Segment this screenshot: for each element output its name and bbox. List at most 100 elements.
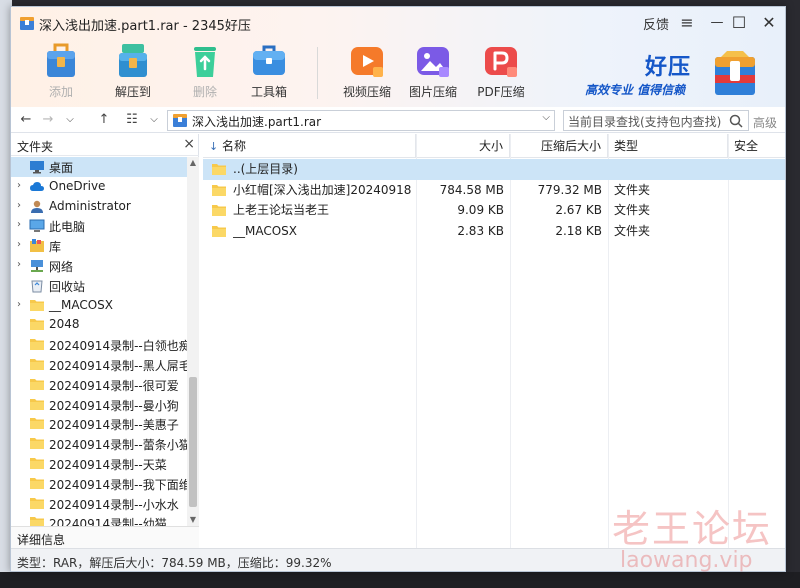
folder-icon [29, 476, 45, 491]
minimize-icon[interactable]: — [705, 11, 729, 33]
archive-icon [173, 114, 187, 127]
maximize-icon[interactable]: ☐ [727, 11, 751, 33]
file-packed: 2.18 KB [555, 223, 602, 238]
sidebar-item[interactable]: › 库 [11, 236, 187, 256]
folder-icon [29, 436, 45, 451]
sidebar-item-label: 20240914录制--美惠子 [49, 418, 179, 433]
sidebar-item[interactable]: 回收站 [11, 276, 187, 296]
toolbox-icon [253, 45, 285, 75]
details-panel-header[interactable]: 详细信息 ⌵ [11, 526, 199, 548]
view-mode-button[interactable]: ☷ [123, 110, 141, 130]
file-type: 文件夹 [614, 203, 651, 217]
pdf-compress-button[interactable]: PDF压缩 [469, 41, 533, 105]
sidebar-item[interactable]: 20240914录制--黑人屌毛 [11, 355, 187, 375]
chevron-right-icon[interactable]: › [17, 239, 21, 250]
sidebar-item[interactable]: › 网络 [11, 256, 187, 276]
address-dropdown-icon[interactable]: ⌵ [542, 112, 550, 123]
file-list-panel: ↓ 名称 大小 压缩后大小 类型 安全 ..(上层目录) 小红帽[深入浅出加速]2… [203, 134, 785, 548]
sidebar-item[interactable]: 20240914录制--幼猫 [11, 513, 187, 526]
scroll-down-arrow-icon[interactable]: ▼ [187, 514, 199, 526]
sidebar-scroll-thumb[interactable] [189, 377, 197, 507]
add-label: 添加 [48, 85, 73, 99]
forward-button[interactable]: → [39, 110, 57, 130]
sidebar-item-label: __MACOSX [49, 297, 114, 312]
parent-directory-row[interactable]: ..(上层目录) [203, 159, 785, 180]
delete-label: 删除 [192, 85, 217, 99]
sidebar-item[interactable]: › Administrator [11, 197, 187, 217]
archive-app-icon [20, 17, 34, 30]
view-mode-dropdown[interactable]: ⌵ [145, 110, 163, 130]
column-size[interactable]: 大小 [416, 134, 510, 158]
sidebar-item[interactable]: 2048 [11, 315, 187, 335]
computer-icon [29, 218, 45, 233]
folder-icon [211, 183, 227, 197]
add-archive-icon [47, 43, 75, 77]
folder-icon [29, 377, 45, 392]
navigation-bar: ← → ⌵ ↑ ☷ ⌵ 深入浅出加速.part1.rar ⌵ 当前目录查找(支持… [11, 107, 785, 133]
column-name[interactable]: ↓ 名称 [203, 134, 416, 158]
column-packed-size[interactable]: 压缩后大小 [510, 134, 608, 158]
feedback-link[interactable]: 反馈 [643, 14, 669, 33]
folder-icon [29, 496, 45, 511]
sidebar-item-label: OneDrive [49, 178, 106, 193]
sidebar-item[interactable]: 20240914录制--天菜 [11, 454, 187, 474]
chevron-right-icon[interactable]: › [17, 180, 21, 191]
sidebar-item[interactable]: › 此电脑 [11, 216, 187, 236]
status-text: 类型：RAR，解压后大小：784.59 MB，压缩比：99.32% [17, 556, 332, 570]
sidebar-item-label: 20240914录制--很可爱 [49, 378, 179, 393]
chevron-right-icon[interactable]: › [17, 259, 21, 270]
sidebar-item[interactable]: 桌面 [11, 157, 187, 177]
sidebar-item-label: 20240914录制--幼猫 [49, 517, 167, 526]
sidebar-item[interactable]: 20240914录制--很可爱 [11, 375, 187, 395]
image-compress-button[interactable]: 图片压缩 [401, 41, 465, 105]
sidebar-item[interactable]: 20240914录制--曼小狗 [11, 395, 187, 415]
add-button[interactable]: 添加 [29, 41, 93, 105]
sidebar-item[interactable]: › OneDrive [11, 177, 187, 197]
advanced-search-link[interactable]: 高级 [753, 114, 777, 131]
search-box[interactable]: 当前目录查找(支持包内查找) [563, 110, 749, 131]
file-row[interactable]: 小红帽[深入浅出加速]20240918 784.58 MB 779.32 MB 文件夹 [203, 180, 785, 201]
sidebar-item[interactable]: 20240914录制--白领也痴 [11, 335, 187, 355]
sidebar-item[interactable]: 20240914录制--蕾条小猫 [11, 434, 187, 454]
folder-icon [29, 337, 45, 352]
library-icon [29, 238, 45, 253]
video-compress-button[interactable]: 视频压缩 [335, 41, 399, 105]
video-compress-icon [351, 47, 383, 77]
address-bar[interactable]: 深入浅出加速.part1.rar ⌵ [167, 110, 555, 131]
extract-to-button[interactable]: 解压到 [101, 41, 165, 105]
sidebar-item[interactable]: 20240914录制--我下面维 [11, 474, 187, 494]
column-security[interactable]: 安全 [728, 134, 785, 158]
window-header: 深入浅出加速.part1.rar - 2345好压 反馈 ≡ — ☐ ✕ 添加 [11, 7, 785, 107]
scroll-up-arrow-icon[interactable]: ▲ [187, 157, 199, 169]
toolbox-label: 工具箱 [250, 85, 287, 99]
sidebar-scrollbar[interactable]: ▲ ▼ [187, 157, 199, 526]
chevron-right-icon[interactable]: › [17, 200, 21, 211]
folder-icon [211, 224, 227, 238]
search-icon[interactable] [728, 113, 744, 129]
haozip-window: 深入浅出加速.part1.rar - 2345好压 反馈 ≡ — ☐ ✕ 添加 [10, 6, 786, 572]
back-button[interactable]: ← [17, 110, 35, 130]
brand-slogan: 高效专业 值得信赖 [585, 83, 686, 97]
file-row[interactable]: 上老王论坛当老王 9.09 KB 2.67 KB 文件夹 [203, 200, 785, 221]
delete-button[interactable]: 删除 [173, 41, 237, 105]
history-dropdown[interactable]: ⌵ [61, 110, 79, 130]
folder-icon [29, 397, 45, 412]
toolbox-button[interactable]: 工具箱 [237, 41, 301, 105]
sidebar-item[interactable]: 20240914录制--美惠子 [11, 414, 187, 434]
folder-icon [29, 317, 45, 332]
sidebar-close-icon[interactable]: × [183, 136, 195, 152]
chevron-right-icon[interactable]: › [17, 219, 21, 230]
up-button[interactable]: ↑ [95, 110, 113, 130]
video-compress-label: 视频压缩 [342, 85, 391, 99]
menu-icon[interactable]: ≡ [675, 11, 699, 33]
chevron-right-icon[interactable]: › [17, 299, 21, 310]
file-name: 上老王论坛当老王 [233, 203, 330, 217]
title-bar: 深入浅出加速.part1.rar - 2345好压 反馈 ≡ — ☐ ✕ [11, 7, 785, 37]
chevron-down-icon[interactable]: ⌵ [17, 531, 191, 546]
file-size: 2.83 KB [457, 223, 504, 238]
file-row[interactable]: __MACOSX 2.83 KB 2.18 KB 文件夹 [203, 221, 785, 242]
sidebar-item[interactable]: 20240914录制--小水水 [11, 494, 187, 514]
column-type[interactable]: 类型 [608, 134, 728, 158]
sidebar-item[interactable]: › __MACOSX [11, 296, 187, 316]
close-icon[interactable]: ✕ [757, 11, 781, 33]
